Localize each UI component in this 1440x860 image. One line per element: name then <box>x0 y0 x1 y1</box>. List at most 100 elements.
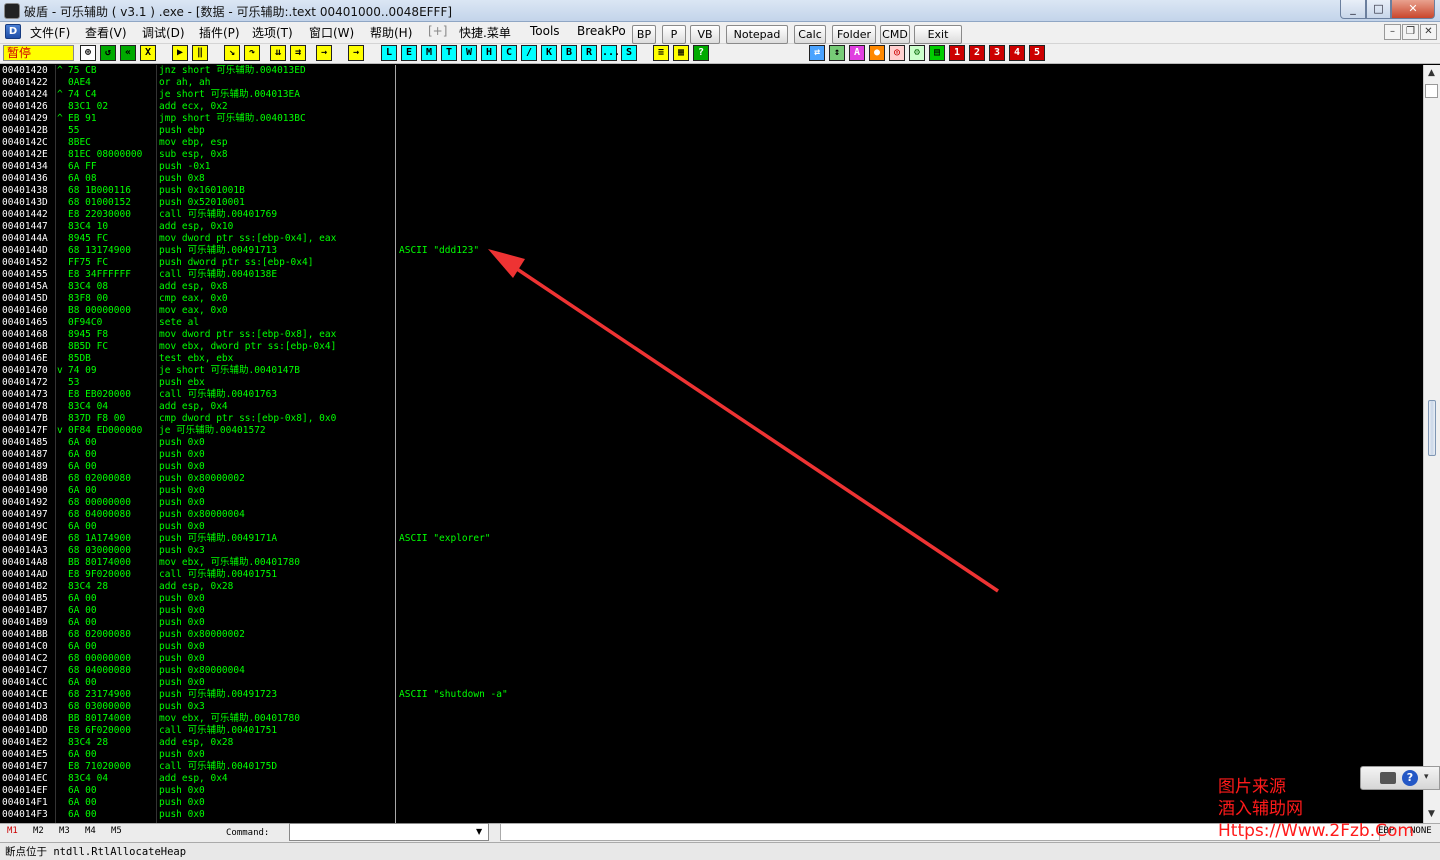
language-options-icon[interactable]: ▾ <box>1424 772 1429 782</box>
windows-window-icon[interactable]: W <box>461 45 477 61</box>
menu-help[interactable]: 帮助(H) <box>370 24 412 41</box>
disassembly-row[interactable]: 004014F1 6A 00 push 0x0 <box>0 797 1423 809</box>
disassembly-row[interactable]: 0040146E 85DB test ebx, ebx <box>0 353 1423 365</box>
menu-plugins[interactable]: 插件(P) <box>199 24 240 41</box>
disassembly-row[interactable]: 0040149C 6A 00 push 0x0 <box>0 521 1423 533</box>
step-into-icon[interactable]: ↘ <box>224 45 240 61</box>
disassembly-row[interactable]: 0040144A 8945 FC mov dword ptr ss:[ebp-0x4… <box>0 233 1423 245</box>
scroll-down-arrow-icon[interactable]: ▼ <box>1425 808 1438 821</box>
scrollbar-thumb[interactable] <box>1425 84 1438 98</box>
disassembly-row[interactable]: 00401478 83C4 04 add esp, 0x4 <box>0 401 1423 413</box>
disassembly-row[interactable]: 0040149E 68 1A174900 push 可乐辅助.0049171A ASC… <box>0 533 1423 545</box>
list-icon[interactable]: ≡ <box>653 45 669 61</box>
mark-tab-m5[interactable]: M5 <box>111 826 122 836</box>
disassembly-row[interactable]: 0040145A 83C4 08 add esp, 0x8 <box>0 281 1423 293</box>
disassembly-row[interactable]: 00401460 B8 00000000 mov eax, 0x0 <box>0 305 1423 317</box>
maximize-button[interactable]: □ <box>1366 0 1391 19</box>
disassembly-pane[interactable]: 00401420 ^ 75 CB jnz short 可乐辅助.004013ED 004… <box>0 65 1423 823</box>
disassembly-row[interactable]: 0040145D 83F8 00 cmp eax, 0x0 <box>0 293 1423 305</box>
breakpoints-window-icon[interactable]: B <box>561 45 577 61</box>
patches-window-icon[interactable]: / <box>521 45 537 61</box>
disassembly-row[interactable]: 004014A3 68 03000000 push 0x3 <box>0 545 1423 557</box>
scroll-up-arrow-icon[interactable]: ▲ <box>1425 67 1438 80</box>
disassembly-row[interactable]: 004014B5 6A 00 push 0x0 <box>0 593 1423 605</box>
mdi-close-button[interactable]: ✕ <box>1420 24 1437 40</box>
disassembly-row[interactable]: 0040142C 8BEC mov ebp, esp <box>0 137 1423 149</box>
disassembly-row[interactable]: 004014EC 83C4 04 add esp, 0x4 <box>0 773 1423 785</box>
disassembly-row[interactable]: 00401438 68 1B000116 push 0x1601001B <box>0 185 1423 197</box>
step-over-icon[interactable]: ↷ <box>244 45 260 61</box>
font-icon[interactable]: A <box>849 45 865 61</box>
disassembly-row[interactable]: 0040142B 55 push ebp <box>0 125 1423 137</box>
cmd-button[interactable]: CMD <box>880 25 910 44</box>
disassembly-row[interactable]: 004014EF 6A 00 push 0x0 <box>0 785 1423 797</box>
disassembly-row[interactable]: 0040146B 8B5D FC mov ebx, dword ptr ss:[eb… <box>0 341 1423 353</box>
menu-options[interactable]: 选项(T) <box>252 24 293 41</box>
run-icon[interactable]: ▶ <box>172 45 188 61</box>
menu-shortcut[interactable]: 快捷.菜单 <box>459 24 511 41</box>
trace-into-icon[interactable]: ⇊ <box>270 45 286 61</box>
disassembly-row[interactable]: 00401434 6A FF push -0x1 <box>0 161 1423 173</box>
disassembly-row[interactable]: 004014AD E8 9F020000 call 可乐辅助.00401751 <box>0 569 1423 581</box>
app-icon[interactable] <box>4 3 20 19</box>
menu-plus[interactable]: [+] <box>428 24 447 38</box>
references-window-icon[interactable]: R <box>581 45 597 61</box>
disassembly-row[interactable]: 00401470 v 74 09 je short 可乐辅助.0040147B <box>0 365 1423 377</box>
cpu-window-icon[interactable]: D <box>5 24 21 39</box>
close-button[interactable]: ✕ <box>1391 0 1435 19</box>
menu-window[interactable]: 窗口(W) <box>309 24 354 41</box>
handles-window-icon[interactable]: H <box>481 45 497 61</box>
modules-window-icon[interactable]: E <box>401 45 417 61</box>
calc-button[interactable]: Calc <box>794 25 826 44</box>
mark-tab-m4[interactable]: M4 <box>85 826 96 836</box>
disassembly-row[interactable]: 004014B9 6A 00 push 0x0 <box>0 617 1423 629</box>
run-trace-window-icon[interactable]: ... <box>601 45 620 61</box>
disassembly-row[interactable]: 004014E7 E8 71020000 call 可乐辅助.0040175D <box>0 761 1423 773</box>
log-window-icon[interactable]: L <box>381 45 397 61</box>
disassembly-row[interactable]: 004014C0 6A 00 push 0x0 <box>0 641 1423 653</box>
scrollbar-grip[interactable] <box>1428 400 1436 456</box>
disassembly-row[interactable]: 00401472 53 push ebx <box>0 377 1423 389</box>
disassembly-row[interactable]: 004014E2 83C4 28 add esp, 0x28 <box>0 737 1423 749</box>
disassembly-row[interactable]: 00401490 6A 00 push 0x0 <box>0 485 1423 497</box>
memory-window-icon[interactable]: M <box>421 45 437 61</box>
disassembly-row[interactable]: 00401489 6A 00 push 0x0 <box>0 461 1423 473</box>
disassembly-row[interactable]: 00401455 E8 34FFFFFF call 可乐辅助.0040138E <box>0 269 1423 281</box>
slot-4-button[interactable]: 4 <box>1009 45 1025 61</box>
disassembly-row[interactable]: 004014D3 68 03000000 push 0x3 <box>0 701 1423 713</box>
menu-file[interactable]: 文件(F) <box>30 24 70 41</box>
p-button[interactable]: P <box>662 25 686 44</box>
disassembly-row[interactable]: 00401442 E8 22030000 call 可乐辅助.00401769 <box>0 209 1423 221</box>
disassembly-row[interactable]: 00401468 8945 F8 mov dword ptr ss:[ebp-0x8… <box>0 329 1423 341</box>
menu-tools[interactable]: Tools <box>530 24 560 38</box>
mark-tab-m1[interactable]: M1 <box>7 826 18 836</box>
mark-tab-m3[interactable]: M3 <box>59 826 70 836</box>
disassembly-row[interactable]: 004014A8 BB 80174000 mov ebx, 可乐辅助.0040178… <box>0 557 1423 569</box>
exit-button[interactable]: Exit <box>914 25 962 44</box>
disassembly-row[interactable]: 004014F3 6A 00 push 0x0 <box>0 809 1423 821</box>
menu-view[interactable]: 查看(V) <box>85 24 127 41</box>
minimize-button[interactable]: _ <box>1340 0 1366 19</box>
disassembly-row[interactable]: 00401452 FF75 FC push dword ptr ss:[ebp-0x… <box>0 257 1423 269</box>
chart-icon[interactable]: ▤ <box>929 45 945 61</box>
rewind-icon[interactable]: « <box>120 45 136 61</box>
pause-icon[interactable]: ‖ <box>192 45 208 61</box>
disassembly-row[interactable]: 00401492 68 00000000 push 0x0 <box>0 497 1423 509</box>
options-icon[interactable]: ⚙ <box>909 45 925 61</box>
source-window-icon[interactable]: S <box>621 45 637 61</box>
disassembly-row[interactable]: 00401487 6A 00 push 0x0 <box>0 449 1423 461</box>
disassembly-row[interactable]: 004014D8 BB 80174000 mov ebx, 可乐辅助.0040178… <box>0 713 1423 725</box>
menu-debug[interactable]: 调试(D) <box>142 24 185 41</box>
disassembly-row[interactable]: 0040148B 68 02000080 push 0x80000002 <box>0 473 1423 485</box>
menu-breakpoints[interactable]: BreakPo <box>577 24 626 38</box>
disassembly-row[interactable]: 0040143D 68 01000152 push 0x52010001 <box>0 197 1423 209</box>
open-icon[interactable]: ⊕ <box>80 45 96 61</box>
help-toolbar-icon[interactable]: ? <box>693 45 709 61</box>
disassembly-row[interactable]: 00401424 ^ 74 C4 je short 可乐辅助.004013EA <box>0 89 1423 101</box>
disassembly-row[interactable]: 0040142E 81EC 08000000 sub esp, 0x8 <box>0 149 1423 161</box>
slot-2-button[interactable]: 2 <box>969 45 985 61</box>
chevron-down-icon[interactable]: ▼ <box>476 827 482 836</box>
refresh-icon[interactable]: ⇄ <box>809 45 825 61</box>
execute-till-return-icon[interactable]: → <box>316 45 332 61</box>
disassembly-row[interactable]: 0040147B 837D F8 00 cmp dword ptr ss:[ebp-… <box>0 413 1423 425</box>
